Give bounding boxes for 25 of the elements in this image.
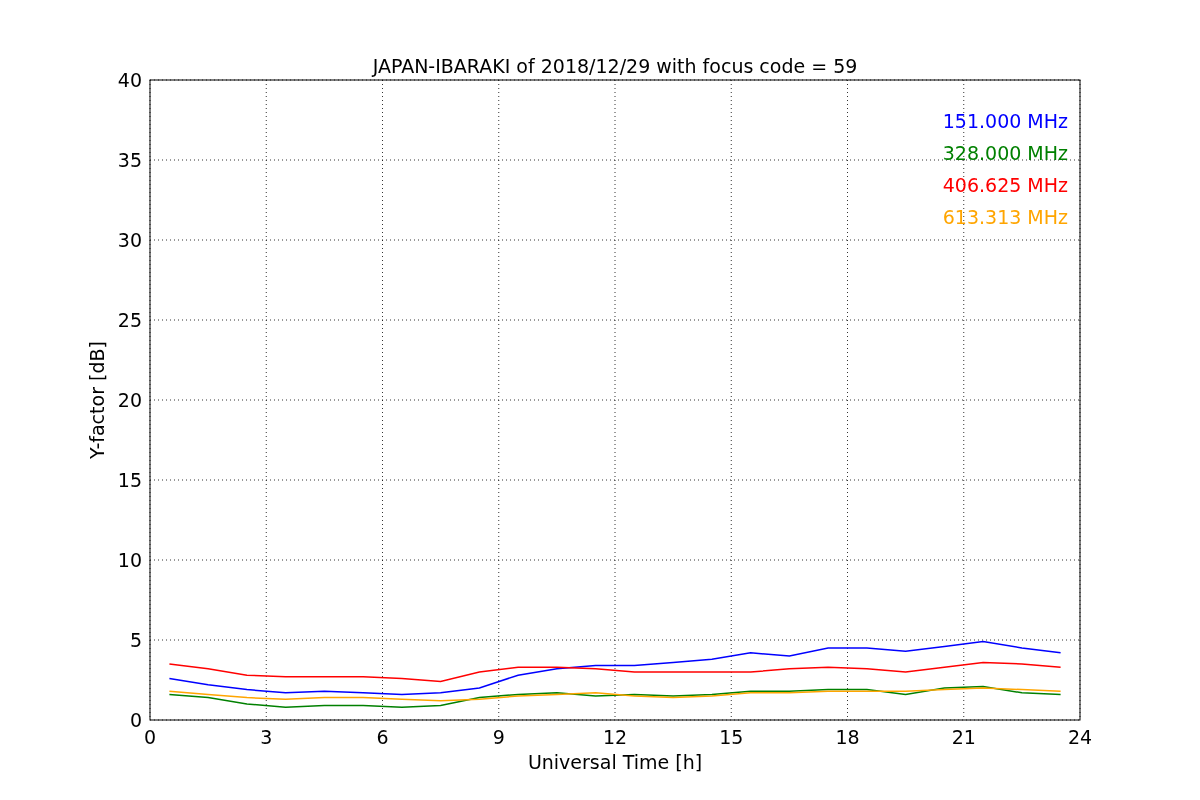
legend-entry: 613.313 MHz [942, 206, 1068, 228]
legend-entry: 151.000 MHz [942, 110, 1068, 132]
legend-entry: 328.000 MHz [942, 142, 1068, 164]
chart-title: JAPAN-IBARAKI of 2018/12/29 with focus code = 59 [372, 55, 858, 77]
y-tick-label: 5 [129, 629, 142, 651]
y-tick-label: 15 [117, 469, 142, 491]
x-tick-label: 21 [951, 726, 976, 748]
y-tick-label: 10 [117, 549, 142, 571]
legend-entry: 406.625 MHz [942, 174, 1068, 196]
y-tick-label: 25 [117, 309, 142, 331]
y-tick-label: 30 [117, 229, 142, 251]
x-tick-label: 9 [492, 726, 505, 748]
x-tick-label: 0 [143, 726, 157, 748]
y-axis-label: Y-factor [dB] [86, 341, 108, 459]
x-axis-label: Universal Time [h] [527, 751, 703, 773]
x-tick-label: 24 [1067, 726, 1093, 748]
x-tick-label: 15 [719, 726, 744, 748]
y-tick-label: 20 [117, 389, 142, 411]
x-tick-label: 12 [602, 726, 628, 748]
x-tick-label: 3 [260, 726, 273, 748]
x-tick-label: 6 [376, 726, 389, 748]
y-tick-label: 35 [117, 149, 142, 171]
y-tick-label: 40 [117, 69, 142, 91]
x-tick-label: 18 [835, 726, 860, 748]
y-tick-label: 0 [129, 709, 142, 731]
